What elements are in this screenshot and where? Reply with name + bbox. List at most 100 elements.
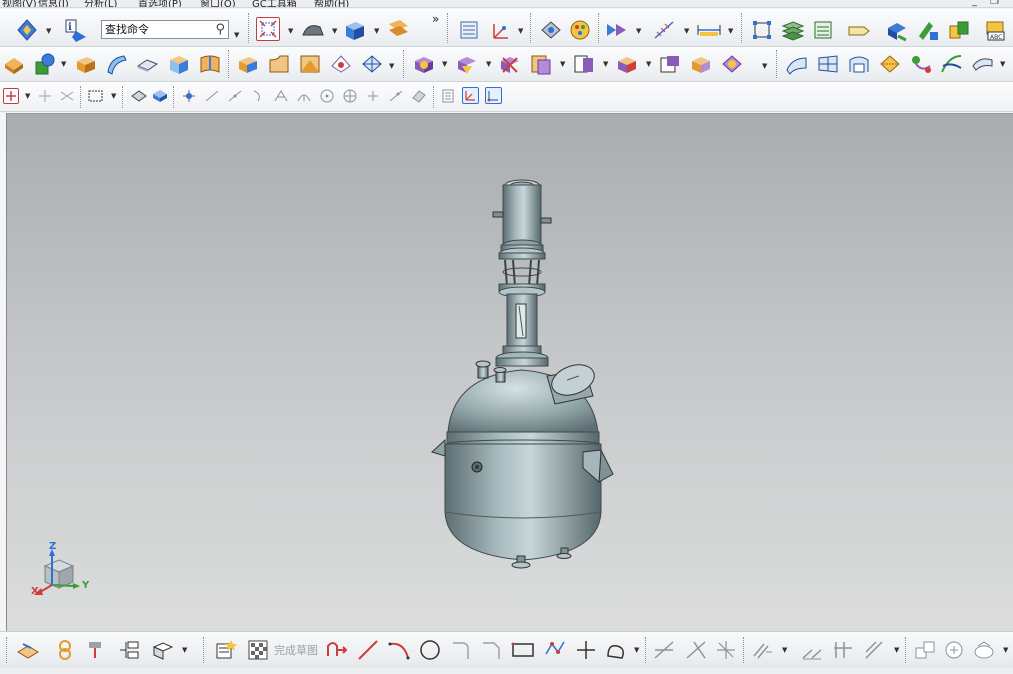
trim-sheet-button[interactable] bbox=[939, 52, 965, 76]
arc-center-snap-button[interactable] bbox=[295, 88, 313, 104]
render-style-button[interactable] bbox=[300, 19, 326, 41]
absolute-csys-button[interactable] bbox=[485, 87, 502, 104]
shaded-select-button[interactable] bbox=[151, 88, 169, 104]
chevron-down-icon[interactable]: ▼ bbox=[442, 60, 447, 68]
trim-body-button[interactable] bbox=[454, 52, 480, 76]
chevron-down-icon[interactable]: ▼ bbox=[646, 60, 651, 68]
delete-body-button[interactable] bbox=[528, 52, 554, 76]
link-curve-button[interactable] bbox=[54, 638, 76, 662]
view-orient-button[interactable] bbox=[150, 638, 176, 662]
rectangle-select-button[interactable] bbox=[87, 88, 105, 104]
rapid-dimension-button[interactable] bbox=[912, 638, 938, 662]
wireframe-select-button[interactable] bbox=[130, 88, 148, 104]
line-button[interactable] bbox=[356, 638, 380, 662]
finish-sketch-label[interactable]: 完成草图 bbox=[274, 642, 318, 658]
chevron-down-icon[interactable]: ▼ bbox=[1000, 60, 1005, 68]
chevron-down-icon[interactable]: ▼ bbox=[111, 92, 116, 100]
unite-button[interactable] bbox=[411, 52, 437, 76]
chamfer-sketch-button[interactable] bbox=[480, 638, 504, 662]
chevron-down-icon[interactable]: ▼ bbox=[234, 31, 239, 39]
snap-point-button[interactable] bbox=[750, 18, 776, 42]
chevron-down-icon[interactable]: ▼ bbox=[894, 646, 899, 654]
chevron-down-icon[interactable]: ▼ bbox=[728, 27, 733, 35]
project-curve-button[interactable] bbox=[85, 638, 111, 662]
chevron-down-icon[interactable]: ▼ bbox=[25, 92, 30, 100]
sweep-button[interactable] bbox=[104, 52, 130, 76]
auto-constrain-button[interactable] bbox=[972, 638, 998, 662]
chevron-down-icon[interactable]: ▼ bbox=[288, 27, 293, 35]
offset-sketch-curve-button[interactable] bbox=[750, 638, 776, 662]
view-triad[interactable]: Z Y X bbox=[29, 541, 99, 604]
assembly-button[interactable] bbox=[884, 18, 910, 42]
menu-view[interactable]: 视图(V) bbox=[2, 0, 37, 7]
chevron-down-icon[interactable]: ▼ bbox=[389, 62, 394, 70]
finish-sketch-flag-icon[interactable] bbox=[246, 638, 270, 662]
chevron-down-icon[interactable]: ▼ bbox=[486, 60, 491, 68]
chevron-down-icon[interactable]: ▼ bbox=[374, 27, 379, 35]
control-point-snap-button[interactable] bbox=[249, 88, 267, 104]
mirror-curve-button[interactable] bbox=[800, 638, 824, 662]
move-to-layer-button[interactable] bbox=[811, 18, 837, 42]
point-button[interactable] bbox=[574, 638, 598, 662]
profile-button[interactable] bbox=[325, 638, 349, 662]
rectangle-button[interactable] bbox=[510, 638, 536, 662]
chevron-down-icon[interactable]: ▼ bbox=[560, 60, 565, 68]
face-rule-button[interactable] bbox=[58, 88, 76, 104]
object-display-button[interactable] bbox=[538, 18, 564, 42]
snap-point-toggle[interactable] bbox=[3, 88, 19, 104]
through-curve-mesh-button[interactable] bbox=[815, 52, 841, 76]
view-section-button[interactable] bbox=[457, 18, 483, 42]
layer-settings-button[interactable] bbox=[780, 18, 806, 42]
bridge-surface-button[interactable] bbox=[908, 52, 934, 76]
split-body-button[interactable] bbox=[497, 52, 523, 76]
sew-button[interactable] bbox=[970, 52, 996, 76]
endpoint-snap-button[interactable] bbox=[203, 88, 221, 104]
offset-surface-button[interactable] bbox=[877, 52, 903, 76]
measure-length-button[interactable] bbox=[696, 21, 722, 39]
chevron-down-icon[interactable]: ▼ bbox=[634, 646, 639, 654]
synchronous-modeling-button[interactable] bbox=[719, 52, 745, 76]
move-face-button[interactable] bbox=[571, 52, 597, 76]
quick-extend-button[interactable] bbox=[684, 638, 708, 662]
menu-info[interactable]: 信息(I) bbox=[38, 0, 69, 7]
pmi-label-button[interactable] bbox=[846, 21, 872, 41]
circle-button[interactable] bbox=[418, 638, 442, 662]
fit-view-button[interactable] bbox=[256, 17, 280, 41]
quick-trim-button[interactable] bbox=[652, 638, 676, 662]
chevron-down-icon[interactable]: ▼ bbox=[332, 27, 337, 35]
menu-window[interactable]: 窗口(O) bbox=[200, 0, 236, 7]
search-icon[interactable]: ⚲ bbox=[215, 21, 225, 38]
polygon-button[interactable] bbox=[542, 638, 568, 662]
pattern-feature-button[interactable] bbox=[359, 52, 385, 76]
pattern-curve-button[interactable] bbox=[830, 638, 856, 662]
chevron-down-icon[interactable]: ▼ bbox=[603, 60, 608, 68]
edge-blend-button[interactable] bbox=[235, 52, 261, 76]
midpoint-snap-button[interactable] bbox=[226, 88, 244, 104]
point-on-curve-snap-button[interactable] bbox=[387, 88, 405, 104]
intersection-snap-button[interactable] bbox=[272, 88, 290, 104]
show-constraints-button[interactable] bbox=[942, 638, 968, 662]
extrude-button[interactable] bbox=[2, 52, 28, 76]
tube-button[interactable] bbox=[135, 52, 161, 76]
offset-face-button[interactable] bbox=[328, 52, 354, 76]
chevron-down-icon[interactable]: ▼ bbox=[636, 27, 641, 35]
draft-button[interactable] bbox=[297, 52, 323, 76]
replace-component-button[interactable] bbox=[946, 18, 972, 42]
wcs-snap-button[interactable] bbox=[440, 88, 458, 104]
studio-surface-button[interactable] bbox=[846, 52, 872, 76]
graphics-viewport[interactable]: Z Y X bbox=[6, 113, 1013, 631]
replace-face-button[interactable] bbox=[688, 52, 714, 76]
snap-all-button[interactable] bbox=[180, 88, 198, 104]
boss-button[interactable] bbox=[32, 52, 58, 76]
quadrant-snap-button[interactable] bbox=[318, 88, 336, 104]
menu-analysis[interactable]: 分析(L) bbox=[84, 0, 117, 7]
existing-point-snap-button[interactable] bbox=[364, 88, 382, 104]
chevron-down-icon[interactable]: ▼ bbox=[46, 27, 51, 35]
layer-button[interactable] bbox=[386, 18, 412, 42]
chevron-down-icon[interactable]: ▼ bbox=[684, 27, 689, 35]
make-corner-button[interactable] bbox=[714, 638, 738, 662]
selection-filter-button[interactable] bbox=[14, 18, 40, 42]
toolbar-overflow-icon[interactable]: » bbox=[432, 12, 439, 26]
sketch-button[interactable] bbox=[15, 638, 41, 662]
reactor-model[interactable] bbox=[7, 114, 1013, 631]
